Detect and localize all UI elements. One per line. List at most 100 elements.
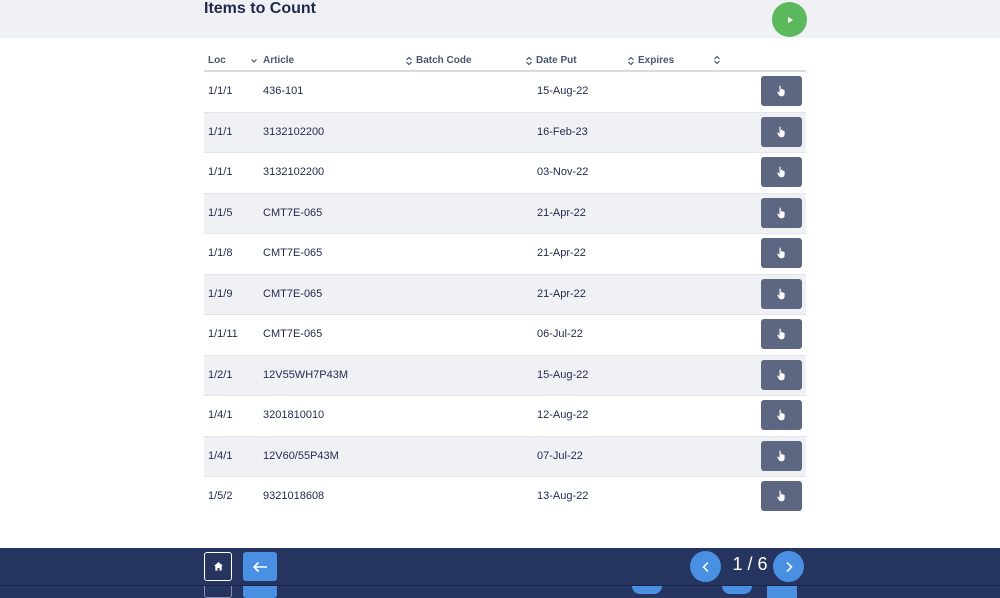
col-header-loc[interactable]: Loc	[208, 55, 226, 66]
col-label: Article	[263, 55, 295, 66]
col-header-expires[interactable]: Expires	[627, 55, 674, 66]
hand-pointer-icon	[777, 247, 785, 259]
cell-date-put: 16-Feb-23	[537, 125, 588, 138]
footer-ghost-button	[767, 586, 797, 598]
cell-article: CMT7E-065	[263, 206, 323, 219]
home-button[interactable]	[204, 552, 232, 581]
cell-loc: 1/1/1	[208, 125, 233, 138]
cell-date-put: 21-Apr-22	[537, 206, 586, 219]
count-item-button[interactable]	[761, 157, 802, 187]
cell-date-put: 15-Aug-22	[537, 85, 589, 97]
sort-down-icon[interactable]	[250, 56, 258, 66]
col-label: Date Put	[536, 55, 577, 66]
count-item-button[interactable]	[761, 481, 802, 511]
hand-pointer-icon	[777, 490, 785, 502]
cell-article: 12V60/55P43M	[263, 449, 339, 462]
run-button[interactable]	[772, 2, 807, 37]
cell-article: CMT7E-065	[263, 287, 323, 300]
cell-article: 3132102200	[263, 125, 325, 138]
cell-loc: 1/1/9	[208, 287, 233, 300]
cell-article: 436-101	[263, 85, 304, 97]
cell-article: 12V55WH7P43M	[263, 368, 348, 381]
col-label: Loc	[208, 55, 226, 66]
hand-pointer-icon	[777, 328, 785, 340]
cell-date-put: 12-Aug-22	[537, 409, 589, 421]
sort-icon[interactable]	[405, 56, 413, 66]
col-label: Batch Code	[416, 55, 472, 66]
prev-page-button[interactable]	[690, 551, 721, 582]
cell-date-put: 07-Jul-22	[537, 449, 583, 462]
back-button[interactable]	[243, 552, 277, 581]
footer-divider	[0, 585, 1000, 586]
cell-loc: 1/2/1	[208, 368, 233, 381]
page-title: Items to Count	[204, 0, 316, 17]
items-table: Loc Article Batch Code Date Put Expires	[204, 48, 806, 518]
chevron-left-icon	[701, 561, 709, 572]
count-item-button[interactable]	[761, 359, 802, 390]
table-row: 1/4/1 12V60/55P43M 07-Jul-22	[204, 436, 806, 477]
arrow-left-icon	[252, 561, 267, 572]
cell-article: 9321018608	[263, 490, 325, 502]
sort-icon[interactable]	[525, 56, 533, 66]
count-item-button[interactable]	[761, 76, 802, 106]
sort-icon[interactable]	[627, 56, 635, 66]
hand-pointer-icon	[777, 207, 785, 218]
hand-pointer-icon	[777, 450, 785, 461]
cell-date-put: 21-Apr-22	[537, 247, 586, 259]
table-row: 1/1/1 3132102200 03-Nov-22	[204, 153, 806, 194]
cell-loc: 1/5/2	[208, 490, 233, 502]
cell-loc: 1/1/8	[208, 247, 233, 259]
header-band	[0, 0, 1000, 38]
hand-pointer-icon	[777, 369, 785, 380]
cell-article: 3132102200	[263, 166, 325, 178]
count-item-button[interactable]	[761, 400, 802, 430]
cell-date-put: 06-Jul-22	[537, 328, 583, 340]
col-sort-extra[interactable]	[713, 55, 721, 65]
col-header-batch-code[interactable]: Batch Code	[405, 55, 472, 66]
cell-date-put: 03-Nov-22	[537, 166, 589, 178]
cell-loc: 1/1/11	[208, 328, 238, 340]
play-icon	[787, 16, 793, 23]
table-row: 1/1/9 CMT7E-065 21-Apr-22	[204, 274, 806, 315]
cell-loc: 1/4/1	[208, 409, 233, 421]
cell-article: 3201810010	[263, 409, 325, 421]
table-row: 1/5/2 9321018608 13-Aug-22	[204, 477, 806, 518]
table-header: Loc Article Batch Code Date Put Expires	[204, 48, 806, 72]
home-icon	[213, 562, 223, 571]
count-item-button[interactable]	[761, 440, 802, 471]
cell-loc: 1/1/5	[208, 206, 233, 219]
table-row: 1/1/8 CMT7E-065 21-Apr-22	[204, 234, 806, 275]
cell-date-put: 15-Aug-22	[537, 368, 589, 381]
page-indicator: 1 / 6	[732, 554, 768, 574]
count-item-button[interactable]	[761, 238, 802, 268]
count-item-button[interactable]	[761, 278, 802, 309]
footer-ghost-button	[243, 586, 277, 598]
sort-icon[interactable]	[713, 55, 721, 65]
hand-pointer-icon	[777, 409, 785, 421]
footer-ghost-button	[204, 586, 232, 598]
hand-pointer-icon	[777, 85, 785, 97]
cell-date-put: 21-Apr-22	[537, 287, 586, 300]
table-row: 1/1/1 3132102200 16-Feb-23	[204, 112, 806, 153]
cell-article: CMT7E-065	[263, 247, 323, 259]
table-row: 1/1/11 CMT7E-065 06-Jul-22	[204, 315, 806, 356]
table-row: 1/1/5 CMT7E-065 21-Apr-22	[204, 193, 806, 234]
count-item-button[interactable]	[761, 197, 802, 228]
cell-loc: 1/4/1	[208, 449, 233, 462]
cell-loc: 1/1/1	[208, 85, 233, 97]
table-row: 1/2/1 12V55WH7P43M 15-Aug-22	[204, 355, 806, 396]
chevron-right-icon	[785, 561, 793, 572]
footer-bar	[0, 548, 1000, 598]
cell-date-put: 13-Aug-22	[537, 490, 589, 502]
table-row: 1/1/1 436-101 15-Aug-22	[204, 72, 806, 113]
col-label: Expires	[638, 55, 675, 66]
footer-ghost-button	[722, 586, 752, 594]
cell-article: CMT7E-065	[263, 328, 323, 340]
table-row: 1/4/1 3201810010 12-Aug-22	[204, 396, 806, 437]
col-header-article[interactable]: Article	[250, 55, 294, 66]
footer-ghost-button	[632, 586, 662, 594]
count-item-button[interactable]	[761, 319, 802, 349]
col-header-date-put[interactable]: Date Put	[525, 55, 577, 66]
next-page-button[interactable]	[773, 551, 804, 582]
count-item-button[interactable]	[761, 116, 802, 147]
